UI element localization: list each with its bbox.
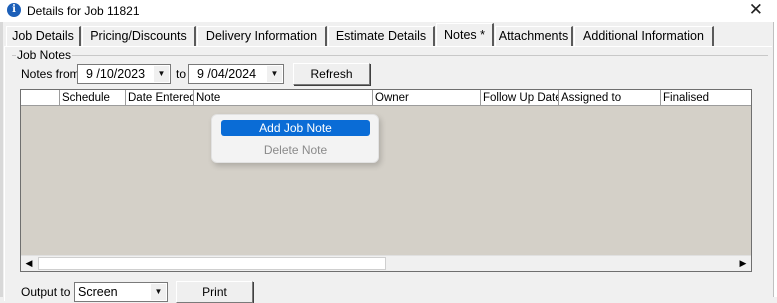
info-icon: i [7,3,21,17]
chevron-down-icon[interactable]: ▼ [267,66,282,82]
to-label: to [176,67,187,81]
from-date-picker[interactable]: 9 /10/2023 ▼ [77,64,171,84]
print-button[interactable]: Print [176,281,253,303]
column-header-assigned-to[interactable]: Assigned to [559,90,661,106]
title-bar: i Details for Job 11821 ✕ [0,0,777,22]
output-select[interactable]: Screen ▼ [74,282,168,302]
column-header-note[interactable]: Note [194,90,373,106]
chevron-down-icon[interactable]: ▼ [151,284,166,300]
notes-from-label: Notes from [21,67,80,81]
group-divider [12,55,768,56]
from-date-value: 9 /10/2023 [86,67,146,81]
left-border [0,22,3,297]
group-label-job-notes: Job Notes [16,48,73,62]
to-date-value: 9 /04/2024 [197,67,257,81]
tab-attachments[interactable]: Attachments [495,26,573,46]
tab-delivery-information[interactable]: Delivery Information [197,26,327,46]
tab-job-details[interactable]: Job Details [6,26,81,46]
right-border [773,22,777,297]
scroll-left-icon[interactable]: ◀ [21,256,37,271]
column-header-schedule[interactable]: Schedule [60,90,126,106]
grid-header: Schedule Date Entered Note Owner Follow … [21,90,751,106]
tab-estimate-details[interactable]: Estimate Details [328,26,435,46]
notes-grid[interactable]: Schedule Date Entered Note Owner Follow … [20,89,752,272]
chevron-down-icon[interactable]: ▼ [154,66,169,82]
window-title: Details for Job 11821 [27,4,140,18]
menu-item-delete-note: Delete Note [263,143,328,157]
horizontal-scrollbar[interactable]: ◀ ▶ [21,255,751,271]
column-header-finalised[interactable]: Finalised [661,90,751,106]
tab-notes[interactable]: Notes * [436,23,494,46]
tab-pricing-discounts[interactable]: Pricing/Discounts [82,26,196,46]
column-header-owner[interactable]: Owner [373,90,481,106]
menu-item-add-job-note[interactable]: Add Job Note [221,120,370,136]
column-header-follow-up-date[interactable]: Follow Up Date [481,90,559,106]
column-header-date-entered[interactable]: Date Entered [126,90,194,106]
column-header-selector[interactable] [21,90,60,106]
refresh-button[interactable]: Refresh [293,63,370,85]
close-button[interactable]: ✕ [749,0,763,20]
context-menu: Add Job Note Delete Note [211,114,379,163]
scroll-right-icon[interactable]: ▶ [735,256,751,271]
tab-additional-information[interactable]: Additional Information [574,26,714,46]
to-date-picker[interactable]: 9 /04/2024 ▼ [188,64,284,84]
scrollbar-thumb[interactable] [38,257,386,270]
